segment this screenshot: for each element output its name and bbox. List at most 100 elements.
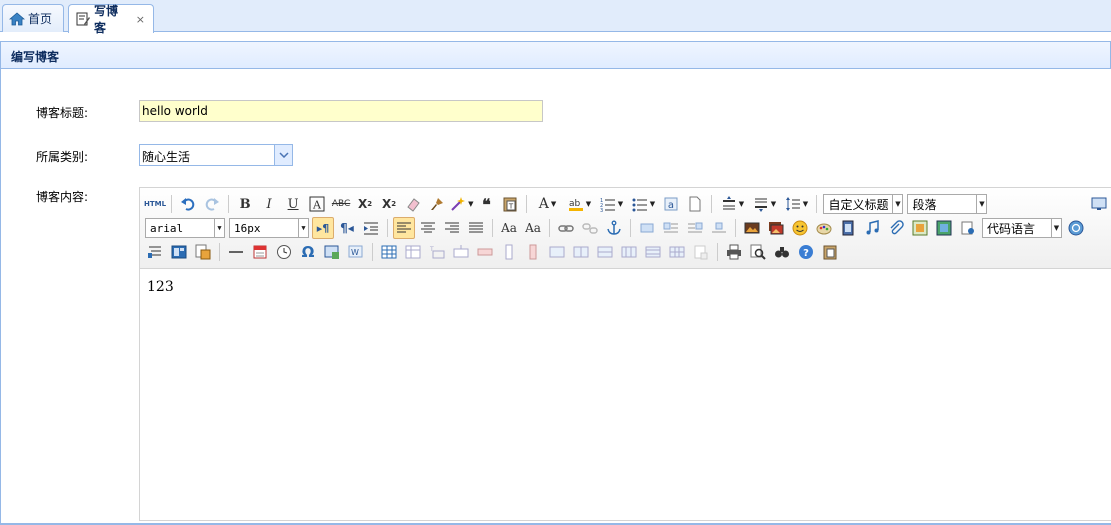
eraser-icon[interactable] xyxy=(402,193,424,215)
unlink-icon[interactable] xyxy=(579,217,601,239)
merge-cells-icon[interactable] xyxy=(546,241,568,263)
emotion-icon[interactable] xyxy=(789,217,811,239)
superscript-icon[interactable]: X2 xyxy=(354,193,376,215)
split-cells-icon[interactable] xyxy=(618,241,640,263)
background-icon[interactable] xyxy=(192,241,214,263)
strikethrough-icon[interactable]: ABC xyxy=(330,193,352,215)
horizontal-rule-icon[interactable] xyxy=(225,241,247,263)
row-spacing-bottom-icon[interactable]: ▼ xyxy=(749,193,779,215)
insert-frame-icon[interactable] xyxy=(909,217,931,239)
subscript-icon[interactable]: X2 xyxy=(378,193,400,215)
ltr-direction-icon[interactable]: ▸¶ xyxy=(312,217,334,239)
merge-right-icon[interactable] xyxy=(570,241,592,263)
blockquote-icon[interactable]: ❝ xyxy=(475,193,497,215)
align-right-icon[interactable] xyxy=(441,217,463,239)
lowercase-icon[interactable]: Aa xyxy=(522,217,544,239)
time-icon[interactable] xyxy=(273,241,295,263)
delete-table-icon[interactable] xyxy=(402,241,424,263)
special-chars-icon[interactable]: Ω xyxy=(297,241,319,263)
image-right-icon[interactable] xyxy=(684,217,706,239)
anchor-icon[interactable] xyxy=(603,217,625,239)
select-all-icon[interactable]: a xyxy=(660,193,682,215)
search-replace-icon[interactable] xyxy=(771,241,793,263)
print-icon[interactable] xyxy=(723,241,745,263)
split-cols-icon[interactable] xyxy=(666,241,688,263)
font-size-select[interactable]: 16px ▼ xyxy=(229,218,309,238)
table-of-contents-icon[interactable] xyxy=(144,241,166,263)
ordered-list-icon[interactable]: 1 2 3 ▼ xyxy=(596,193,626,215)
custom-heading-select[interactable]: 自定义标题 ▼ xyxy=(823,194,904,214)
image-center-icon[interactable] xyxy=(708,217,730,239)
insert-image-icon[interactable] xyxy=(741,217,763,239)
preview-icon[interactable] xyxy=(747,241,769,263)
undo-icon[interactable] xyxy=(177,193,199,215)
code-language-select[interactable]: 代码语言 ▼ xyxy=(982,218,1062,238)
align-center-icon[interactable] xyxy=(417,217,439,239)
indent-icon[interactable] xyxy=(360,217,382,239)
font-family-select[interactable]: arial ▼ xyxy=(145,218,225,238)
attachment-icon[interactable] xyxy=(885,217,907,239)
map-icon[interactable] xyxy=(933,217,955,239)
insert-video-icon[interactable] xyxy=(837,217,859,239)
category-select[interactable]: 随心生活 xyxy=(139,144,293,166)
close-icon[interactable]: × xyxy=(136,13,145,26)
font-border-icon[interactable]: A xyxy=(306,193,328,215)
redo-icon[interactable] xyxy=(201,193,223,215)
help-icon[interactable]: ? xyxy=(795,241,817,263)
insert-col-icon[interactable] xyxy=(498,241,520,263)
paragraph-format-select[interactable]: 段落 ▼ xyxy=(907,194,988,214)
font-color-icon[interactable]: A ▼ xyxy=(532,193,562,215)
unordered-list-icon[interactable]: ▼ xyxy=(628,193,658,215)
uppercase-icon[interactable]: Aa xyxy=(498,217,520,239)
insert-row-icon[interactable] xyxy=(450,241,472,263)
split-rows-icon[interactable] xyxy=(642,241,664,263)
code-language-select-value: 代码语言 xyxy=(987,221,1036,236)
insert-code-icon[interactable] xyxy=(321,241,343,263)
multi-image-icon[interactable] xyxy=(765,217,787,239)
music-icon[interactable] xyxy=(861,217,883,239)
paste-plain-icon[interactable]: T xyxy=(499,193,521,215)
scrawl-icon[interactable] xyxy=(813,217,835,239)
auto-format-icon[interactable]: ▼ xyxy=(450,193,473,215)
toolbar-row-3: Ω W T ? xyxy=(143,240,1111,264)
bold-icon[interactable]: B xyxy=(234,193,256,215)
table-props-icon[interactable] xyxy=(690,241,712,263)
tab-write-blog[interactable]: 写博客 × xyxy=(68,4,154,35)
insert-table-icon[interactable] xyxy=(378,241,400,263)
underline-icon[interactable]: U xyxy=(282,193,304,215)
clear-document-icon[interactable] xyxy=(684,193,706,215)
help-circle-icon[interactable] xyxy=(1065,217,1087,239)
editor-content-area[interactable]: 123 xyxy=(140,269,1111,305)
chevron-down-icon[interactable] xyxy=(274,145,292,165)
chevron-down-icon: ▼ xyxy=(892,195,902,213)
home-icon xyxy=(9,11,25,27)
paragraph-format-select-value: 段落 xyxy=(912,197,937,212)
rtl-direction-icon[interactable]: ¶◂ xyxy=(336,217,358,239)
word-image-icon[interactable]: W xyxy=(345,241,367,263)
template-icon[interactable] xyxy=(168,241,190,263)
page-break-icon[interactable] xyxy=(957,217,979,239)
image-none-icon[interactable] xyxy=(636,217,658,239)
link-icon[interactable] xyxy=(555,217,577,239)
format-brush-icon[interactable] xyxy=(426,193,448,215)
date-icon[interactable] xyxy=(249,241,271,263)
blog-title-input[interactable] xyxy=(139,100,543,122)
svg-text:W: W xyxy=(351,248,359,257)
fullscreen-icon[interactable] xyxy=(1088,193,1110,215)
justify-icon[interactable] xyxy=(465,217,487,239)
merge-down-icon[interactable] xyxy=(594,241,616,263)
toolbar-divider xyxy=(387,219,388,237)
insert-paragraph-before-table-icon[interactable]: T xyxy=(426,241,448,263)
draft-icon[interactable] xyxy=(819,241,841,263)
delete-col-icon[interactable] xyxy=(522,241,544,263)
italic-icon[interactable]: I xyxy=(258,193,280,215)
highlight-color-icon[interactable]: ab ▼ xyxy=(564,193,594,215)
line-height-icon[interactable]: ▼ xyxy=(781,193,811,215)
category-label: 所属类别: xyxy=(36,150,89,164)
tab-home[interactable]: 首页 xyxy=(2,4,64,32)
delete-row-icon[interactable] xyxy=(474,241,496,263)
row-spacing-top-icon[interactable]: ▼ xyxy=(717,193,747,215)
source-html-button[interactable]: HTML xyxy=(144,193,166,215)
align-left-icon[interactable] xyxy=(393,217,415,239)
image-left-icon[interactable] xyxy=(660,217,682,239)
